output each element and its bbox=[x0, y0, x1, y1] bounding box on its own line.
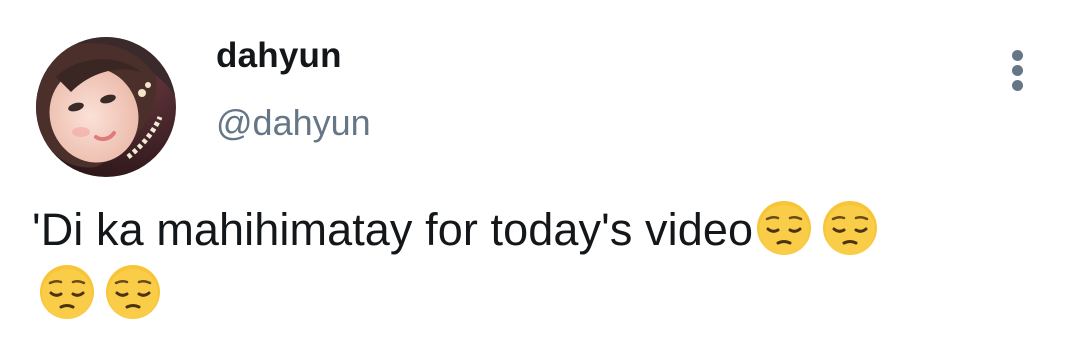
pensive-face-emoji bbox=[38, 263, 96, 321]
display-name[interactable]: dahyun bbox=[216, 34, 342, 78]
user-handle[interactable]: @dahyun bbox=[216, 101, 371, 145]
avatar-photo bbox=[36, 37, 176, 177]
pensive-face-emoji bbox=[821, 199, 879, 257]
more-dot bbox=[1012, 80, 1023, 91]
more-vertical-icon[interactable] bbox=[1002, 48, 1032, 92]
pensive-face-emoji bbox=[755, 199, 813, 257]
tweet-text: 'Di ka mahihimatay for today's video bbox=[32, 204, 754, 255]
avatar[interactable] bbox=[36, 37, 176, 177]
more-dot bbox=[1012, 65, 1023, 76]
more-dot bbox=[1012, 50, 1023, 61]
tweet-card: dahyun @dahyun 'Di ka mahihimatay for to… bbox=[0, 0, 1080, 351]
pensive-face-emoji bbox=[104, 263, 162, 321]
tweet-body: 'Di ka mahihimatay for today's video bbox=[32, 198, 1042, 326]
